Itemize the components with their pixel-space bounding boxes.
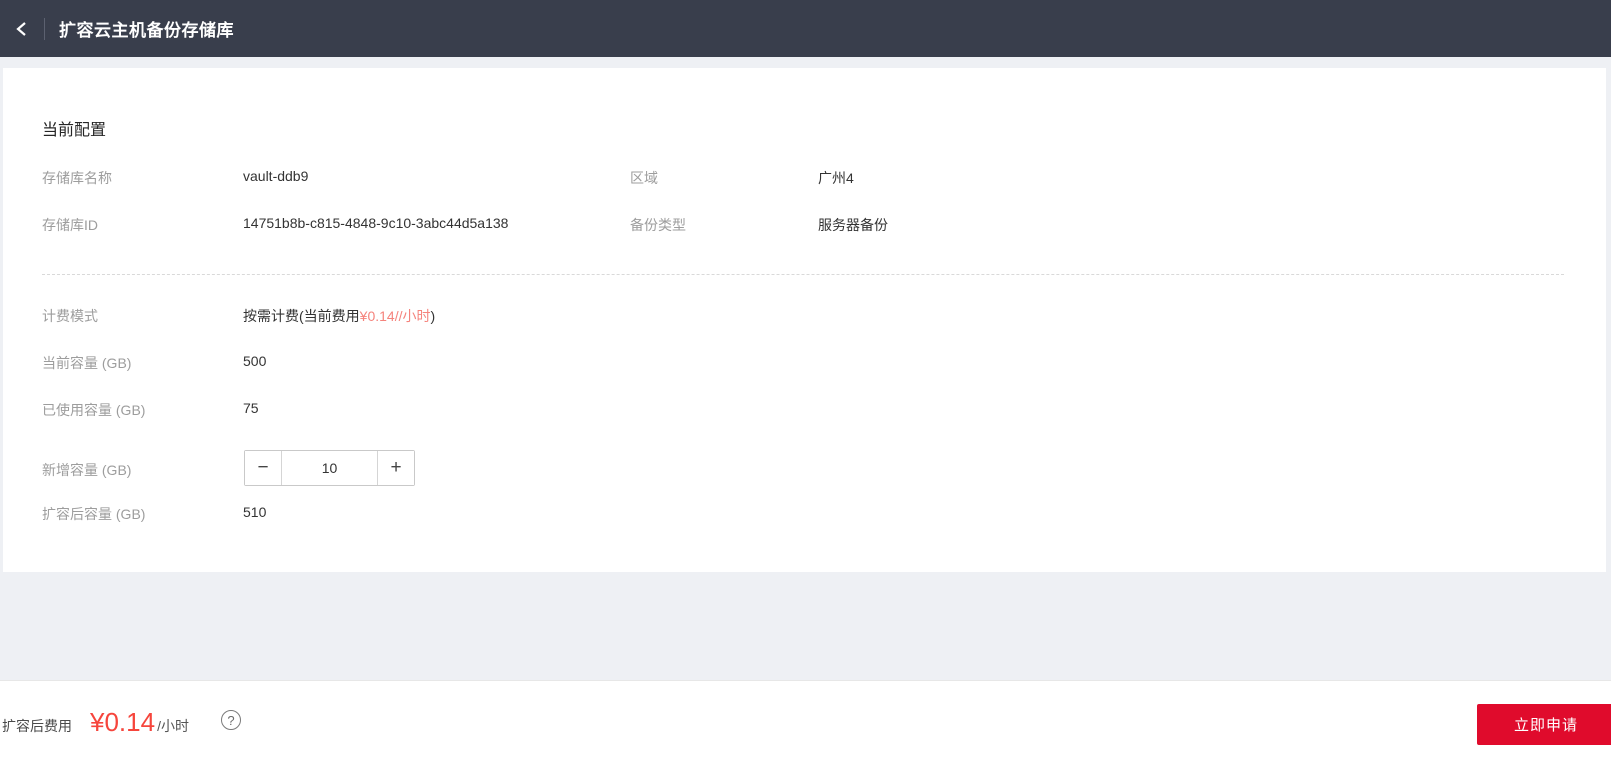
- footer-bar: 扩容后费用 ¥0.14 /小时 ? 立即申请: [0, 680, 1611, 773]
- header-divider: [44, 17, 45, 40]
- used-capacity-label: 已使用容量 (GB): [42, 402, 146, 418]
- current-capacity-value: 500: [243, 353, 267, 369]
- vault-name-value: vault-ddb9: [243, 168, 309, 184]
- current-capacity-label: 当前容量 (GB): [42, 355, 132, 371]
- current-config-card: 当前配置 存储库名称 vault-ddb9 区域 广州4 存储库ID 14751…: [3, 68, 1606, 572]
- region-label: 区域: [630, 170, 658, 186]
- backup-type-value: 服务器备份: [818, 217, 888, 233]
- cost-price: ¥0.14: [90, 707, 156, 737]
- capacity-after-value: 510: [243, 504, 267, 520]
- back-button[interactable]: [0, 0, 44, 57]
- capacity-after-label: 扩容后容量 (GB): [42, 506, 146, 522]
- region-value: 广州4: [818, 170, 854, 186]
- added-capacity-stepper: − +: [244, 450, 415, 486]
- stepper-plus-button[interactable]: +: [378, 451, 414, 485]
- back-chevron-icon: [13, 20, 31, 38]
- billing-mode-text-suffix: ): [430, 308, 436, 324]
- vault-name-label: 存储库名称: [42, 170, 112, 186]
- page-header: 扩容云主机备份存储库: [0, 0, 1611, 57]
- cost-after-expansion: 扩容后费用 ¥0.14 /小时: [2, 707, 189, 738]
- used-capacity-value: 75: [243, 400, 259, 416]
- billing-current-price: ¥0.14//小时: [359, 308, 431, 324]
- stepper-minus-button[interactable]: −: [245, 451, 281, 485]
- expand-vault-page: 扩容云主机备份存储库 当前配置 存储库名称 vault-ddb9 区域 广州4 …: [0, 0, 1611, 773]
- vault-id-label: 存储库ID: [42, 217, 98, 233]
- backup-type-label: 备份类型: [630, 217, 686, 233]
- page-title: 扩容云主机备份存储库: [59, 21, 234, 40]
- added-capacity-label: 新增容量 (GB): [42, 462, 132, 478]
- vault-id-value: 14751b8b-c815-4848-9c10-3abc44d5a138: [243, 215, 509, 231]
- section-title: 当前配置: [42, 122, 107, 139]
- billing-mode-text-prefix: 按需计费(当前费用: [243, 308, 360, 324]
- billing-mode-label: 计费模式: [42, 308, 98, 324]
- cost-label: 扩容后费用: [2, 718, 72, 734]
- apply-now-button[interactable]: 立即申请: [1477, 704, 1611, 745]
- help-question-icon[interactable]: ?: [221, 710, 241, 730]
- added-capacity-input[interactable]: [281, 451, 378, 485]
- cost-unit: /小时: [157, 718, 189, 734]
- billing-mode-value: 按需计费(当前费用¥0.14//小时): [243, 306, 435, 326]
- dashed-divider: [42, 274, 1564, 275]
